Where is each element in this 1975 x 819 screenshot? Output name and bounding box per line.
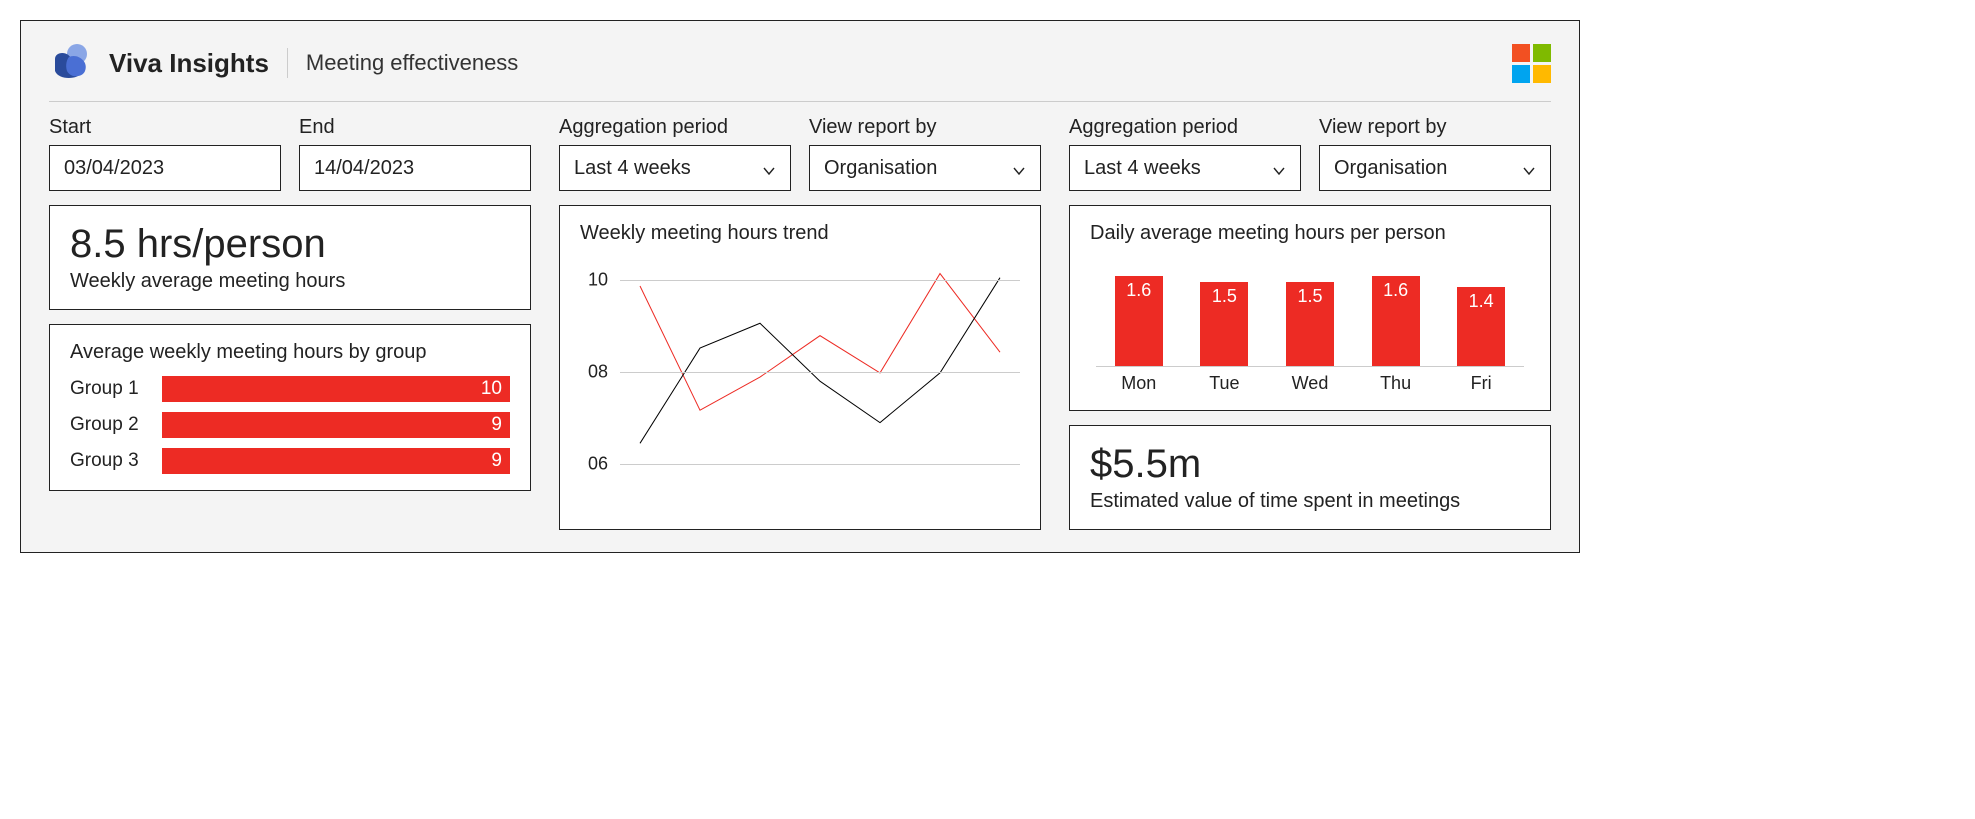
title-block: Viva Insights Meeting effectiveness [109,48,518,79]
start-date-input[interactable]: 03/04/2023 [49,145,281,191]
daily-bar-item: 1.4 [1455,287,1507,366]
daily-hours-title: Daily average meeting hours per person [1090,222,1530,245]
dashboard-panel: Viva Insights Meeting effectiveness Star… [20,20,1580,553]
aggregation-dropdown-mid[interactable]: Last 4 weeks [559,145,791,191]
view-by-control-right: View report by Organisation [1319,116,1551,191]
view-by-dropdown-mid[interactable]: Organisation [809,145,1041,191]
daily-bar-rect: 1.5 [1286,282,1334,366]
column-middle: Aggregation period Last 4 weeks View rep… [559,116,1041,530]
app-title: Viva Insights [109,48,269,79]
right-controls: Aggregation period Last 4 weeks View rep… [1069,116,1551,191]
start-date-label: Start [49,116,281,139]
trend-chart: 10 08 06 [580,257,1020,487]
chevron-down-icon [1272,161,1286,175]
group-row: Group 3 9 [70,448,510,474]
daily-bar-item: 1.6 [1370,276,1422,366]
weekly-average-card: 8.5 hrs/person Weekly average meeting ho… [49,205,531,310]
daily-bar-label: Tue [1198,373,1250,394]
view-by-label-right: View report by [1319,116,1551,139]
daily-bar-value: 1.5 [1297,286,1322,307]
daily-bar-value: 1.6 [1126,280,1151,301]
group-hours-card: Average weekly meeting hours by group Gr… [49,324,531,491]
daily-bar-rect: 1.4 [1457,287,1505,366]
trend-title: Weekly meeting hours trend [580,222,1020,245]
aggregation-value-right: Last 4 weeks [1084,157,1201,180]
chevron-down-icon [1012,161,1026,175]
end-date-input[interactable]: 14/04/2023 [299,145,531,191]
group-bar: 9 [162,412,510,438]
group-row: Group 1 10 [70,376,510,402]
group-bar-value: 10 [481,378,502,400]
daily-bar-label: Wed [1284,373,1336,394]
daily-bar-labels: Mon Tue Wed Thu Fri [1096,373,1524,394]
viva-insights-logo-icon [49,43,95,83]
header-left: Viva Insights Meeting effectiveness [49,43,518,83]
start-date-value: 03/04/2023 [64,157,164,180]
header: Viva Insights Meeting effectiveness [49,43,1551,102]
end-date-value: 14/04/2023 [314,157,414,180]
weekly-average-subtitle: Weekly average meeting hours [70,270,510,293]
aggregation-control-right: Aggregation period Last 4 weeks [1069,116,1301,191]
daily-bar-item: 1.6 [1113,276,1165,366]
trend-plot-area [620,257,1020,487]
middle-controls: Aggregation period Last 4 weeks View rep… [559,116,1041,191]
daily-bar-label: Fri [1455,373,1507,394]
value-subtitle: Estimated value of time spent in meeting… [1090,490,1530,513]
group-label: Group 2 [70,414,150,436]
end-date-label: End [299,116,531,139]
trend-yaxis: 10 08 06 [580,257,614,487]
daily-bar-value: 1.6 [1383,280,1408,301]
daily-bar-label: Thu [1370,373,1422,394]
chevron-down-icon [1522,161,1536,175]
group-row: Group 2 9 [70,412,510,438]
aggregation-label-mid: Aggregation period [559,116,791,139]
chevron-down-icon [762,161,776,175]
group-bars-container: Group 1 10 Group 2 9 Group 3 9 [70,376,510,474]
aggregation-dropdown-right[interactable]: Last 4 weeks [1069,145,1301,191]
view-by-control-mid: View report by Organisation [809,116,1041,191]
daily-hours-card: Daily average meeting hours per person 1… [1069,205,1551,411]
trend-card: Weekly meeting hours trend 10 08 06 [559,205,1041,530]
aggregation-value-mid: Last 4 weeks [574,157,691,180]
daily-bar-value: 1.4 [1469,291,1494,312]
daily-bar-item: 1.5 [1198,282,1250,366]
view-by-value-mid: Organisation [824,157,937,180]
daily-bar-chart: 1.6 1.5 1.5 1.6 1.4 [1096,257,1524,367]
value-amount: $5.5m [1090,442,1530,486]
start-date-control: Start 03/04/2023 [49,116,281,191]
daily-bar-value: 1.5 [1212,286,1237,307]
aggregation-control-mid: Aggregation period Last 4 weeks [559,116,791,191]
view-by-value-right: Organisation [1334,157,1447,180]
page-subtitle: Meeting effectiveness [306,50,518,76]
group-bar-value: 9 [491,414,502,436]
view-by-label-mid: View report by [809,116,1041,139]
value-card: $5.5m Estimated value of time spent in m… [1069,425,1551,530]
ytick-06: 06 [588,454,608,475]
group-label: Group 3 [70,450,150,472]
column-left: Start 03/04/2023 End 14/04/2023 8.5 hrs/… [49,116,531,530]
end-date-control: End 14/04/2023 [299,116,531,191]
aggregation-label-right: Aggregation period [1069,116,1301,139]
group-bar: 10 [162,376,510,402]
daily-bar-item: 1.5 [1284,282,1336,366]
ytick-08: 08 [588,362,608,383]
column-right: Aggregation period Last 4 weeks View rep… [1069,116,1551,530]
daily-bar-rect: 1.6 [1372,276,1420,366]
daily-bar-rect: 1.6 [1115,276,1163,366]
date-range-row: Start 03/04/2023 End 14/04/2023 [49,116,531,191]
group-bar: 9 [162,448,510,474]
weekly-average-value: 8.5 hrs/person [70,222,510,266]
columns: Start 03/04/2023 End 14/04/2023 8.5 hrs/… [49,116,1551,530]
header-divider [287,48,288,78]
view-by-dropdown-right[interactable]: Organisation [1319,145,1551,191]
daily-bar-label: Mon [1113,373,1165,394]
ytick-10: 10 [588,270,608,291]
group-bar-value: 9 [491,450,502,472]
daily-bar-rect: 1.5 [1200,282,1248,366]
microsoft-logo-icon [1512,44,1551,83]
group-label: Group 1 [70,378,150,400]
group-hours-title: Average weekly meeting hours by group [70,341,510,364]
